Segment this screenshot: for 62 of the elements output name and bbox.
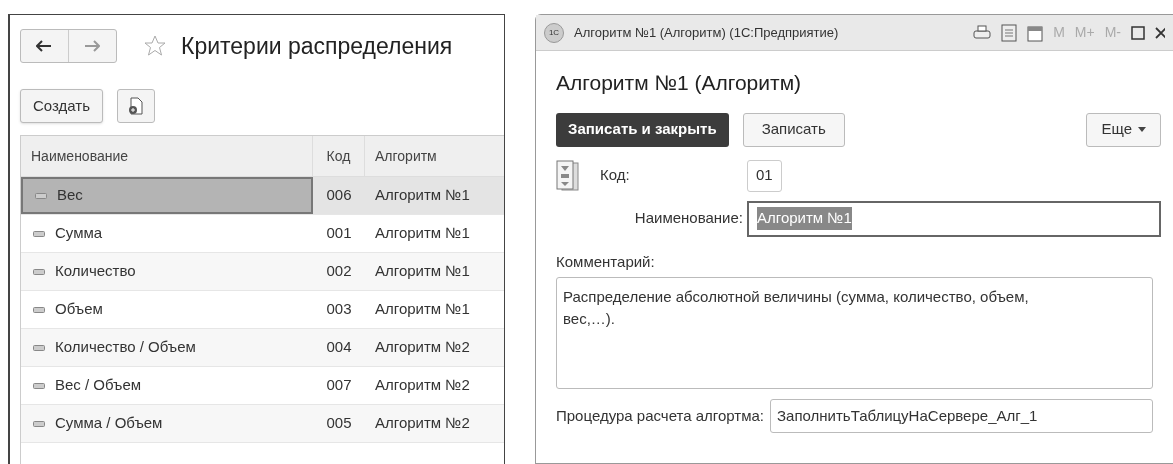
- column-header[interactable]: Алгоритм: [365, 136, 504, 176]
- copy-button[interactable]: [117, 89, 155, 123]
- table-cell-text: Алгоритм №1: [374, 261, 471, 282]
- table-row[interactable]: Количество / Объем 004 Алгоритм №2: [21, 329, 504, 367]
- table-cell-text: Алгоритм №2: [374, 337, 471, 358]
- table-cell-text: 002: [325, 261, 353, 282]
- procedure-label: Процедура расчета алгортма:: [556, 405, 764, 426]
- name-label: Наименование:: [633, 208, 744, 229]
- table-cell-text: Алгоритм №2: [374, 375, 471, 396]
- arrow-left-icon: [36, 40, 53, 52]
- table-cell-text: 005: [325, 413, 353, 434]
- table-cell: Вес / Объем: [21, 367, 313, 404]
- item-icon: [33, 420, 45, 427]
- caret-icon: [1138, 127, 1146, 132]
- table-row[interactable]: Количество 002 Алгоритм №1: [21, 253, 504, 291]
- code-field[interactable]: 01: [747, 159, 782, 192]
- close-icon[interactable]: [1155, 26, 1165, 39]
- name-field[interactable]: Алгоритм №1: [747, 200, 1161, 237]
- item-icon: [33, 230, 45, 237]
- arrow-right-icon: [84, 40, 101, 52]
- code-label: Код:: [600, 165, 631, 186]
- item-icon: [33, 268, 45, 275]
- table-cell-text: 006: [325, 185, 353, 206]
- column-header[interactable]: Код: [313, 136, 365, 176]
- table-row[interactable]: Сумма / Объем 005 Алгоритм №2: [21, 405, 504, 443]
- form-heading: Алгоритм №1 (Алгоритм): [556, 70, 803, 96]
- table-cell: Сумма: [21, 215, 313, 252]
- maximize-icon[interactable]: [1131, 25, 1145, 40]
- table-cell-text: 007: [325, 375, 353, 396]
- printer-icon[interactable]: [973, 24, 992, 41]
- create-button[interactable]: Создать: [20, 89, 103, 123]
- table-cell-text: Алгоритм №1: [374, 185, 471, 206]
- item-icon: [35, 192, 47, 199]
- table-cell-text: 001: [325, 223, 353, 244]
- table-cell: Количество: [21, 253, 313, 290]
- comment-field[interactable]: Распределение абсолютной величины (сумма, количество, объем, вес,…).: [556, 277, 1153, 389]
- table-cell-text: 003: [325, 299, 353, 320]
- save-button[interactable]: Записать: [742, 112, 845, 147]
- column-header[interactable]: Наименование: [21, 136, 313, 176]
- table-row[interactable]: Вес 006 Алгоритм №1: [21, 177, 504, 215]
- form-title: Критерии распределения: [181, 31, 453, 61]
- item-icon: [33, 306, 45, 313]
- window-title: Алгоритм №1 (Алгоритм) (1С:Предприятие): [574, 23, 839, 42]
- table-cell-text: Алгоритм №1: [374, 299, 471, 320]
- item-icon: [33, 382, 45, 389]
- table-cell: Объем: [21, 291, 313, 328]
- table-cell: Количество / Объем: [21, 329, 313, 366]
- star-icon[interactable]: [143, 34, 167, 58]
- document-add-icon: [128, 97, 144, 115]
- more-button[interactable]: Еще: [1086, 112, 1161, 147]
- item-icon: [33, 344, 45, 351]
- save-close-button[interactable]: Записать и закрыть: [556, 112, 729, 147]
- table-cell-text: Алгоритм №2: [374, 413, 471, 434]
- table-cell-text: 004: [325, 337, 353, 358]
- table-cell: Сумма / Объем: [21, 405, 313, 442]
- app-logo: 1С: [544, 22, 564, 43]
- comment-label: Комментарий:: [556, 251, 656, 272]
- table-cell-text: Алгоритм №1: [374, 223, 471, 244]
- procedure-field[interactable]: ЗаполнитьТаблицуНаСервере_Алг_1: [770, 399, 1153, 433]
- table-cell: Вес: [21, 177, 313, 214]
- calendar-icon[interactable]: [1027, 23, 1044, 42]
- flowchart-icon: [556, 159, 580, 192]
